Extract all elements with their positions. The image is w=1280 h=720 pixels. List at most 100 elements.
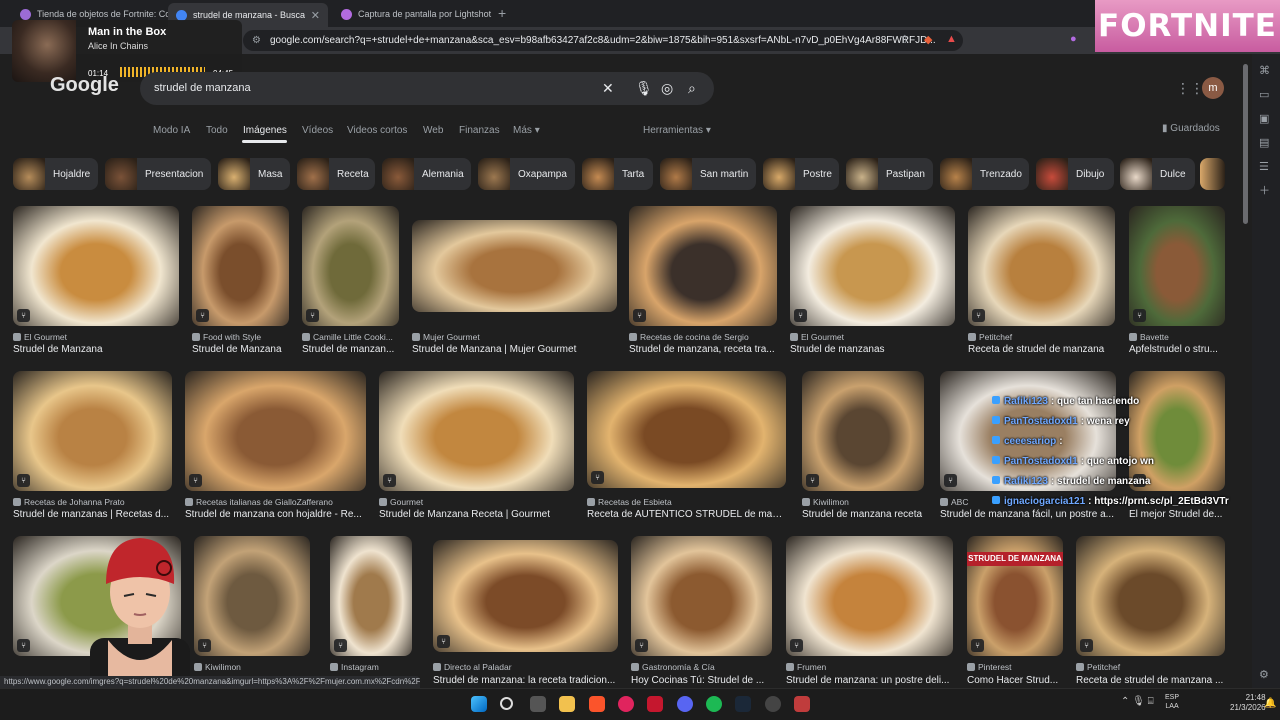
nav-modo-ia[interactable]: Modo IA — [153, 125, 190, 136]
result-source[interactable]: Gastronomía & Cía — [631, 662, 772, 672]
result-source[interactable]: Instagram — [330, 662, 412, 672]
language-indicator[interactable]: ESP LAA — [1165, 693, 1179, 711]
result-title[interactable]: Strudel de manzana con hojaldre - Re... — [185, 509, 366, 520]
nav-finanzas[interactable]: Finanzas — [459, 125, 500, 136]
result-title[interactable]: Strudel de manzana, receta tra... — [629, 344, 777, 355]
result-source[interactable]: Kiwilimon — [194, 662, 310, 672]
clear-search-icon[interactable]: ✕ — [602, 80, 614, 97]
result-title[interactable]: Strudel de Manzana — [13, 344, 179, 355]
discord-icon[interactable] — [677, 696, 693, 712]
tools-button[interactable]: Herramientas ▾ — [643, 125, 711, 136]
sidepanel-reading-list-icon[interactable]: ☰ — [1259, 160, 1269, 173]
new-tab-button[interactable]: + — [498, 5, 506, 21]
chip-masa[interactable]: Masa — [218, 158, 290, 190]
sidepanel-chat-icon[interactable]: ▭ — [1259, 88, 1269, 101]
result-source[interactable]: El Gourmet — [790, 332, 955, 342]
result-source[interactable]: Recetas italianas de GialloZafferano — [185, 497, 366, 507]
result-source[interactable]: Petitchef — [968, 332, 1115, 342]
result-title[interactable]: Strudel de manzana: la receta tradicion.… — [433, 675, 618, 686]
chip-oxapampa[interactable]: Oxapampa — [478, 158, 575, 190]
share-icon[interactable]: ⇧ — [900, 33, 909, 46]
nav-todo[interactable]: Todo — [206, 125, 228, 136]
result-title[interactable]: Receta de strudel de manzana ... — [1076, 675, 1225, 686]
result-thumbnail[interactable]: ⑂ — [802, 371, 924, 491]
chip-tarta[interactable]: Tarta — [582, 158, 653, 190]
result-title[interactable]: Strudel de manzana receta — [802, 509, 924, 520]
result-source[interactable]: Kiwilimon — [802, 497, 924, 507]
tab-lightshot[interactable]: Captura de pantalla por Lightshot — [333, 4, 493, 24]
nav-videos-cortos[interactable]: Videos cortos — [347, 125, 407, 136]
result-thumbnail[interactable]: ⑂ — [379, 371, 574, 491]
result-source[interactable]: Bavette — [1129, 332, 1225, 342]
google-logo[interactable]: Google — [50, 74, 119, 97]
file-explorer-icon[interactable] — [559, 696, 575, 712]
start-menu-icon[interactable] — [471, 696, 487, 712]
result-source[interactable]: Gourmet — [379, 497, 574, 507]
result-thumbnail[interactable]: ⑂ — [587, 371, 786, 488]
steam-icon[interactable] — [735, 696, 751, 712]
chip-trenzado[interactable]: Trenzado — [940, 158, 1029, 190]
chip-postre[interactable]: Postre — [763, 158, 839, 190]
result-title[interactable]: Strudel de manzanas | Recetas d... — [13, 509, 172, 520]
search-input[interactable]: strudel de manzana — [154, 82, 251, 94]
task-view-icon[interactable] — [530, 696, 546, 712]
result-thumbnail[interactable]: ⑂ — [185, 371, 366, 491]
settings-gear-icon[interactable]: ⚙ — [1259, 668, 1269, 681]
result-thumbnail[interactable]: ⑂ — [433, 540, 618, 652]
result-source[interactable]: Pinterest — [967, 662, 1063, 672]
result-title[interactable]: Como Hacer Strud... — [967, 675, 1063, 686]
account-avatar[interactable]: m — [1202, 77, 1224, 99]
chip-receta[interactable]: Receta — [297, 158, 375, 190]
result-thumbnail[interactable]: ⑂ — [302, 206, 399, 326]
result-source[interactable]: Recetas de Johanna Prato — [13, 497, 172, 507]
lens-icon[interactable]: ◎ — [661, 80, 673, 97]
media-player-icon[interactable] — [618, 696, 634, 712]
result-thumbnail[interactable]: ⑂ — [629, 206, 777, 326]
nav-videos[interactable]: Vídeos — [302, 125, 333, 136]
result-thumbnail[interactable]: ⑂ — [1076, 536, 1225, 656]
chip-next-partial[interactable] — [1200, 158, 1225, 190]
nav-imagenes[interactable]: Imágenes — [243, 125, 287, 136]
page-scrollbar[interactable] — [1243, 64, 1248, 224]
result-source[interactable]: Petitchef — [1076, 662, 1225, 672]
result-source[interactable]: El Gourmet — [13, 332, 179, 342]
result-thumbnail[interactable]: Receta — [412, 220, 617, 312]
sidepanel-add-icon[interactable]: ＋ — [1259, 182, 1270, 198]
result-title[interactable]: Strudel de Manzana Receta | Gourmet — [379, 509, 574, 520]
microphone-icon[interactable]: 🎙 — [635, 80, 653, 97]
search-icon[interactable]: ⌕ — [688, 80, 696, 97]
result-source[interactable]: Recetas de cocina de Sergio — [629, 332, 777, 342]
result-thumbnail[interactable]: ⑂ — [330, 536, 412, 656]
result-thumbnail[interactable]: ⑂ — [1129, 206, 1225, 326]
chip-dibujo[interactable]: Dibujo — [1036, 158, 1114, 190]
result-thumbnail[interactable]: STRUDEL DE MANZANA ⑂ — [967, 536, 1063, 656]
chip-dulce[interactable]: Dulce — [1120, 158, 1195, 190]
google-apps-icon[interactable]: ⋮⋮ — [1176, 80, 1204, 97]
chip-hojaldre[interactable]: Hojaldre — [13, 158, 98, 190]
sidepanel-translate-icon[interactable]: ⌘ — [1259, 64, 1270, 77]
result-thumbnail[interactable]: ⑂ — [786, 536, 953, 656]
result-title[interactable]: Strudel de manzana: un postre deli... — [786, 675, 953, 686]
taskbar-clock[interactable]: 21:48 21/3/2026 — [1230, 693, 1266, 713]
chip-pastipan[interactable]: Pastipan — [846, 158, 933, 190]
result-title[interactable]: Apfelstrudel o stru... — [1129, 344, 1225, 355]
result-title[interactable]: Strudel de manzanas — [790, 344, 955, 355]
close-tab-icon[interactable]: ✕ — [311, 9, 320, 22]
result-source[interactable]: Directo al Paladar — [433, 662, 618, 672]
result-thumbnail[interactable]: ⑂ — [631, 536, 772, 656]
result-source[interactable]: Frumen — [786, 662, 953, 672]
chip-alemania[interactable]: Alemania — [382, 158, 471, 190]
result-source[interactable]: Mujer Gourmet — [412, 332, 617, 342]
brave-shield-icon[interactable]: ◆ — [924, 33, 932, 46]
result-source[interactable]: Food with Style — [192, 332, 289, 342]
result-title[interactable]: Strudel de Manzana | Mujer Gourmet — [412, 344, 617, 355]
notifications-icon[interactable]: 🔔 — [1264, 698, 1276, 709]
result-title[interactable]: Strudel de manzan... — [302, 344, 399, 355]
result-source[interactable]: Camille Little Cooki... — [302, 332, 399, 342]
result-title[interactable]: Receta de strudel de manzana — [968, 344, 1115, 355]
saved-button[interactable]: ▮ Guardados — [1162, 123, 1220, 134]
nav-web[interactable]: Web — [423, 125, 443, 136]
site-info-icon[interactable]: ⚙ — [252, 30, 261, 51]
search-taskbar-icon[interactable] — [500, 697, 513, 710]
result-thumbnail[interactable]: ⑂ — [790, 206, 955, 326]
